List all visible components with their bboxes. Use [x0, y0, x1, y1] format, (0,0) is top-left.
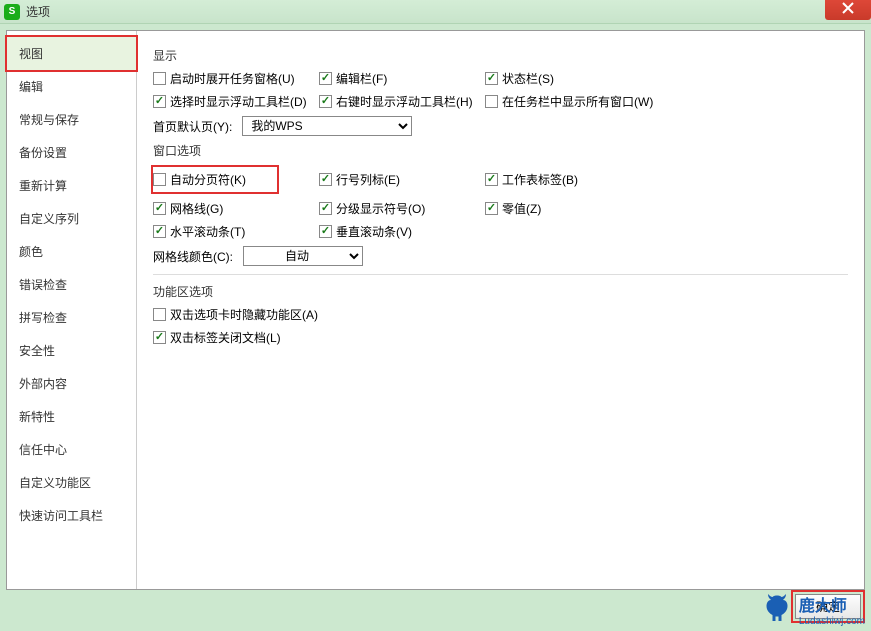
- checkbox-h-scrollbar[interactable]: 水平滚动条(T): [153, 223, 245, 240]
- deer-icon: [759, 591, 795, 627]
- bottom-bar: 确定: [791, 590, 865, 623]
- section-title-display: 显示: [153, 47, 848, 64]
- checkbox-status-bar[interactable]: 状态栏(S): [485, 70, 554, 87]
- sidebar: 视图编辑常规与保存备份设置重新计算自定义序列颜色错误检查拼写检查安全性外部内容新…: [7, 31, 137, 589]
- sidebar-item-4[interactable]: 重新计算: [7, 169, 136, 202]
- checkbox-row-col-header[interactable]: 行号列标(E): [319, 171, 400, 188]
- checkbox-edit-bar[interactable]: 编辑栏(F): [319, 70, 387, 87]
- checkbox-auto-page-break[interactable]: 自动分页符(K): [153, 171, 246, 188]
- sidebar-item-11[interactable]: 新特性: [7, 400, 136, 433]
- checkbox-float-toolbar-rightclick[interactable]: 右键时显示浮动工具栏(H): [319, 93, 473, 110]
- checkbox-gridlines[interactable]: 网格线(G): [153, 200, 223, 217]
- close-button[interactable]: [825, 0, 871, 20]
- section-title-ribbon: 功能区选项: [153, 283, 848, 300]
- checkbox-v-scrollbar[interactable]: 垂直滚动条(V): [319, 223, 412, 240]
- ok-button-highlight: 确定: [791, 590, 865, 623]
- window-title: 选项: [26, 3, 50, 20]
- checkbox-sheet-tabs[interactable]: 工作表标签(B): [485, 171, 578, 188]
- checkbox-float-toolbar-select[interactable]: 选择时显示浮动工具栏(D): [153, 93, 307, 110]
- sidebar-item-7[interactable]: 错误检查: [7, 268, 136, 301]
- close-icon: [842, 2, 854, 14]
- sidebar-item-3[interactable]: 备份设置: [7, 136, 136, 169]
- sidebar-item-1[interactable]: 编辑: [7, 70, 136, 103]
- sidebar-item-0[interactable]: 视图: [5, 35, 138, 72]
- sidebar-item-12[interactable]: 信任中心: [7, 433, 136, 466]
- app-icon: S: [4, 4, 20, 20]
- default-page-label: 首页默认页(Y):: [153, 118, 232, 135]
- sidebar-item-10[interactable]: 外部内容: [7, 367, 136, 400]
- default-page-select[interactable]: 我的WPS: [242, 116, 412, 136]
- sidebar-item-14[interactable]: 快速访问工具栏: [7, 499, 136, 532]
- checkbox-dblclick-hide-ribbon[interactable]: 双击选项卡时隐藏功能区(A): [153, 306, 318, 323]
- gridline-color-select[interactable]: 自动: [243, 246, 363, 266]
- checkbox-startup-taskpane[interactable]: 启动时展开任务窗格(U): [153, 70, 295, 87]
- titlebar: S 选项: [0, 0, 871, 24]
- checkbox-zero-values[interactable]: 零值(Z): [485, 200, 541, 217]
- sidebar-item-8[interactable]: 拼写检查: [7, 301, 136, 334]
- separator: [153, 274, 848, 275]
- sidebar-item-9[interactable]: 安全性: [7, 334, 136, 367]
- ok-button[interactable]: 确定: [795, 594, 861, 619]
- checkbox-dblclick-close-tab[interactable]: 双击标签关闭文档(L): [153, 329, 281, 346]
- section-title-window: 窗口选项: [153, 142, 848, 159]
- checkbox-outline-symbols[interactable]: 分级显示符号(O): [319, 200, 425, 217]
- sidebar-item-6[interactable]: 颜色: [7, 235, 136, 268]
- gridline-color-label: 网格线颜色(C):: [153, 248, 233, 265]
- highlight-auto-page-break: 自动分页符(K): [151, 165, 279, 194]
- checkbox-show-all-taskbar[interactable]: 在任务栏中显示所有窗口(W): [485, 93, 653, 110]
- content-area: 显示 启动时展开任务窗格(U) 编辑栏(F) 状态栏(S) 选择时显示浮动工具栏…: [137, 31, 864, 589]
- sidebar-item-2[interactable]: 常规与保存: [7, 103, 136, 136]
- sidebar-item-5[interactable]: 自定义序列: [7, 202, 136, 235]
- sidebar-item-13[interactable]: 自定义功能区: [7, 466, 136, 499]
- main-panel: 视图编辑常规与保存备份设置重新计算自定义序列颜色错误检查拼写检查安全性外部内容新…: [6, 30, 865, 590]
